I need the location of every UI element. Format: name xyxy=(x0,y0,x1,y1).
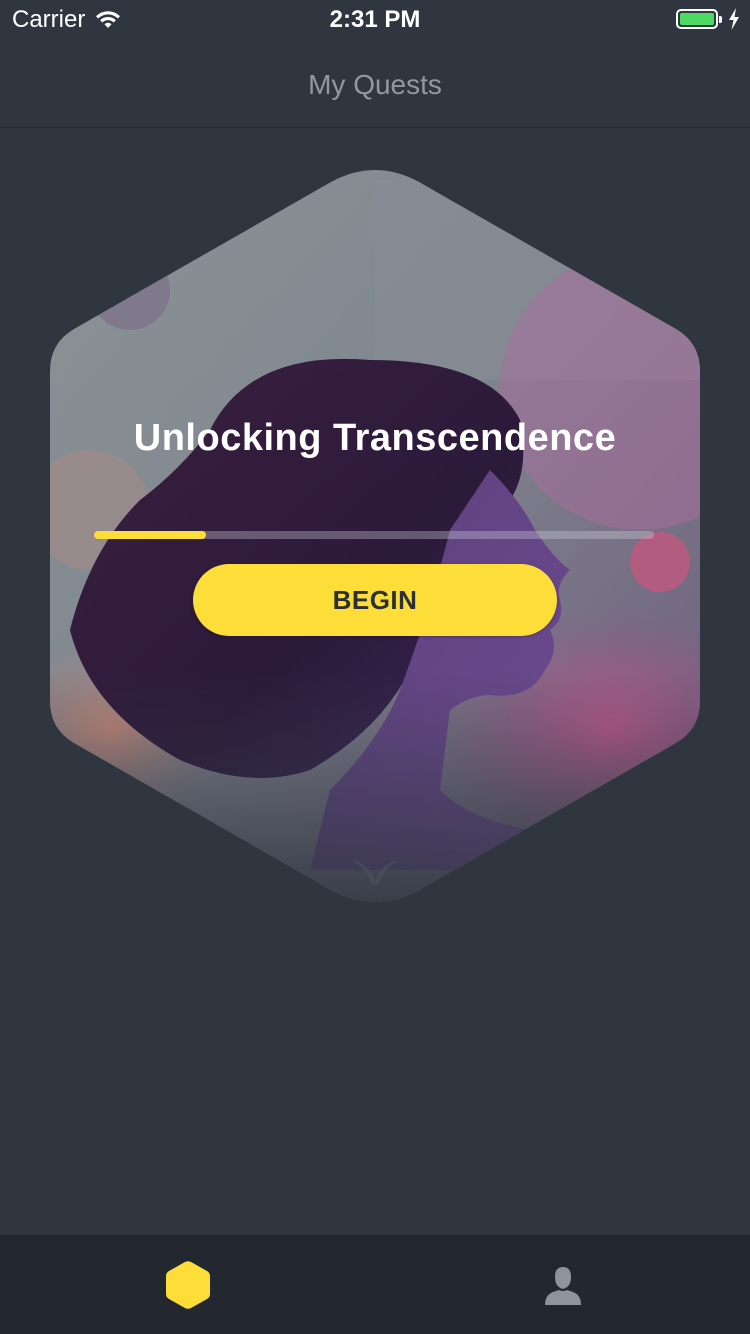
status-bar: Carrier 2:31 PM xyxy=(0,0,750,40)
quest-card[interactable]: Unlocking Transcendence BEGIN xyxy=(50,170,700,902)
tab-quests[interactable] xyxy=(0,1235,375,1334)
navigation-bar: My Quests xyxy=(0,40,750,128)
charging-bolt-icon xyxy=(728,8,740,30)
tab-bar xyxy=(0,1235,750,1334)
status-time: 2:31 PM xyxy=(329,6,421,33)
quest-title: Unlocking Transcendence xyxy=(133,417,617,459)
battery-level xyxy=(680,13,714,25)
hexagon-icon xyxy=(165,1260,210,1309)
battery-icon xyxy=(676,9,722,29)
battery-cap xyxy=(719,16,722,23)
tab-profile[interactable] xyxy=(375,1235,750,1334)
quest-progress-fill xyxy=(94,531,206,539)
person-icon xyxy=(544,1266,581,1305)
page-title: My Quests xyxy=(308,69,442,100)
begin-button[interactable]: BEGIN xyxy=(193,564,557,636)
brand-logo-icon xyxy=(352,860,398,884)
quest-progress-bar xyxy=(94,531,654,539)
status-right xyxy=(676,8,740,30)
